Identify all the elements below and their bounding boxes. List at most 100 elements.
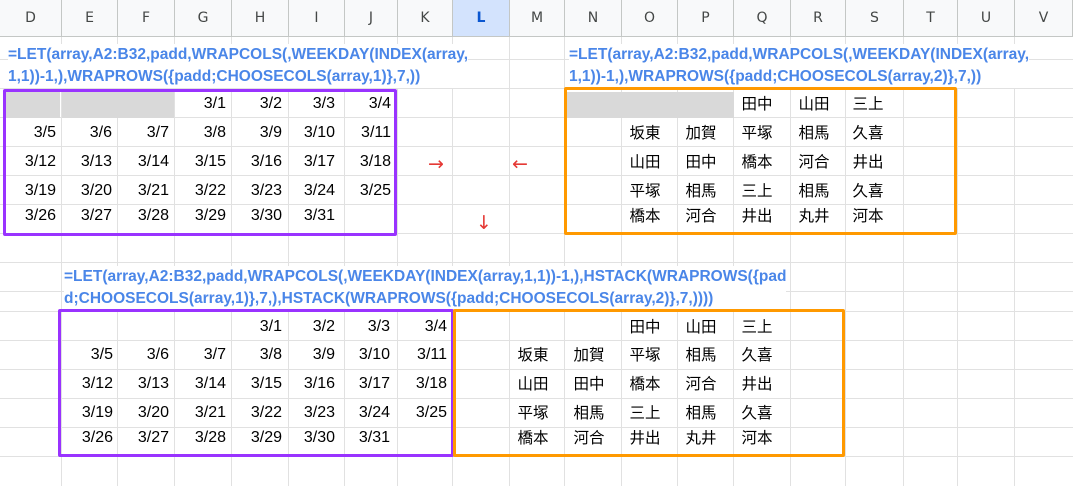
top-name-cell[interactable]: 坂東 — [617, 123, 673, 143]
top-name-cell[interactable]: 三上 — [729, 181, 785, 201]
bottom-date-cell[interactable]: 3/11 — [391, 345, 447, 365]
bottom-date-cell[interactable]: 3/13 — [113, 374, 169, 394]
top-date-cell[interactable]: 3/22 — [170, 181, 226, 201]
top-date-cell[interactable]: 3/3 — [279, 94, 335, 114]
bottom-date-cell[interactable]: 3/21 — [170, 403, 226, 423]
bottom-date-cell[interactable]: 3/15 — [226, 374, 282, 394]
bottom-date-cell[interactable]: 3/20 — [113, 403, 169, 423]
top-name-cell[interactable]: 久喜 — [840, 123, 896, 143]
top-date-cell[interactable]: 3/25 — [335, 181, 391, 201]
top-date-cell[interactable]: 3/30 — [226, 206, 282, 226]
bottom-name-cell[interactable]: 河合 — [673, 374, 729, 394]
bottom-date-cell[interactable]: 3/7 — [170, 345, 226, 365]
bottom-date-cell[interactable]: 3/29 — [226, 428, 282, 448]
top-date-cell[interactable]: 3/9 — [226, 123, 282, 143]
column-header-d[interactable]: D — [0, 0, 62, 36]
top-name-cell[interactable]: 山田 — [786, 94, 842, 114]
top-date-cell[interactable]: 3/27 — [56, 206, 112, 226]
top-name-cell[interactable]: 田中 — [673, 152, 729, 172]
top-date-cell[interactable]: 3/1 — [170, 94, 226, 114]
bottom-name-cell[interactable]: 相馬 — [561, 403, 617, 423]
column-header-i[interactable]: I — [289, 0, 345, 36]
top-date-cell[interactable]: 3/29 — [170, 206, 226, 226]
bottom-date-cell[interactable]: 3/31 — [334, 428, 390, 448]
column-header-r[interactable]: R — [791, 0, 846, 36]
column-header-s[interactable]: S — [846, 0, 904, 36]
bottom-name-cell[interactable]: 田中 — [617, 317, 673, 337]
bottom-name-cell[interactable]: 久喜 — [729, 403, 785, 423]
top-name-cell[interactable]: 橋本 — [617, 206, 673, 226]
top-name-cell[interactable]: 三上 — [840, 94, 896, 114]
top-date-cell[interactable]: 3/8 — [170, 123, 226, 143]
top-name-cell[interactable]: 井出 — [729, 206, 785, 226]
bottom-name-cell[interactable]: 加賀 — [561, 345, 617, 365]
bottom-name-cell[interactable]: 相馬 — [673, 403, 729, 423]
bottom-name-cell[interactable]: 丸井 — [673, 428, 729, 448]
bottom-date-cell[interactable]: 3/6 — [113, 345, 169, 365]
column-header-o[interactable]: O — [622, 0, 678, 36]
column-header-m[interactable]: M — [510, 0, 565, 36]
column-header-l[interactable]: L — [453, 0, 510, 36]
top-date-cell[interactable]: 3/26 — [0, 206, 56, 226]
bottom-name-cell[interactable]: 山田 — [505, 374, 561, 394]
bottom-date-cell[interactable]: 3/1 — [226, 317, 282, 337]
top-name-cell[interactable]: 丸井 — [786, 206, 842, 226]
bottom-date-cell[interactable]: 3/5 — [57, 345, 113, 365]
top-date-cell[interactable]: 3/24 — [279, 181, 335, 201]
top-date-cell[interactable]: 3/23 — [226, 181, 282, 201]
top-date-cell[interactable]: 3/14 — [113, 152, 169, 172]
top-date-cell[interactable]: 3/15 — [170, 152, 226, 172]
bottom-date-cell[interactable]: 3/18 — [391, 374, 447, 394]
top-date-cell[interactable]: 3/4 — [335, 94, 391, 114]
bottom-date-cell[interactable]: 3/28 — [170, 428, 226, 448]
bottom-date-cell[interactable]: 3/9 — [279, 345, 335, 365]
bottom-name-cell[interactable]: 相馬 — [673, 345, 729, 365]
bottom-name-cell[interactable]: 河本 — [729, 428, 785, 448]
bottom-name-cell[interactable]: 久喜 — [729, 345, 785, 365]
column-header-v[interactable]: V — [1015, 0, 1073, 36]
bottom-date-cell[interactable]: 3/16 — [279, 374, 335, 394]
top-date-cell[interactable]: 3/12 — [0, 152, 56, 172]
bottom-name-cell[interactable]: 平塚 — [617, 345, 673, 365]
bottom-name-cell[interactable]: 井出 — [617, 428, 673, 448]
top-name-cell[interactable]: 相馬 — [786, 181, 842, 201]
bottom-date-cell[interactable]: 3/30 — [279, 428, 335, 448]
top-date-cell[interactable]: 3/18 — [335, 152, 391, 172]
bottom-date-cell[interactable]: 3/23 — [279, 403, 335, 423]
bottom-name-cell[interactable]: 山田 — [673, 317, 729, 337]
top-date-cell[interactable]: 3/13 — [56, 152, 112, 172]
column-header-t[interactable]: T — [904, 0, 958, 36]
bottom-name-cell[interactable]: 坂東 — [505, 345, 561, 365]
column-header-u[interactable]: U — [958, 0, 1015, 36]
bottom-name-cell[interactable]: 河合 — [561, 428, 617, 448]
top-date-cell[interactable]: 3/11 — [335, 123, 391, 143]
top-date-cell[interactable]: 3/31 — [279, 206, 335, 226]
top-date-cell[interactable]: 3/5 — [0, 123, 56, 143]
top-date-cell[interactable]: 3/21 — [113, 181, 169, 201]
top-date-cell[interactable]: 3/2 — [226, 94, 282, 114]
top-date-cell[interactable]: 3/17 — [279, 152, 335, 172]
top-name-cell[interactable]: 河合 — [673, 206, 729, 226]
bottom-date-cell[interactable]: 3/25 — [391, 403, 447, 423]
top-name-cell[interactable]: 平塚 — [729, 123, 785, 143]
bottom-date-cell[interactable]: 3/4 — [391, 317, 447, 337]
top-name-cell[interactable]: 橋本 — [729, 152, 785, 172]
bottom-date-cell[interactable]: 3/2 — [279, 317, 335, 337]
top-date-cell[interactable]: 3/20 — [56, 181, 112, 201]
bottom-name-cell[interactable]: 橋本 — [617, 374, 673, 394]
top-name-cell[interactable]: 田中 — [729, 94, 785, 114]
top-name-cell[interactable]: 久喜 — [840, 181, 896, 201]
bottom-date-cell[interactable]: 3/27 — [113, 428, 169, 448]
top-date-cell[interactable]: 3/16 — [226, 152, 282, 172]
top-name-cell[interactable]: 平塚 — [617, 181, 673, 201]
bottom-name-cell[interactable]: 平塚 — [505, 403, 561, 423]
bottom-date-cell[interactable]: 3/22 — [226, 403, 282, 423]
top-date-cell[interactable]: 3/19 — [0, 181, 56, 201]
column-header-f[interactable]: F — [118, 0, 175, 36]
column-header-n[interactable]: N — [565, 0, 622, 36]
top-name-cell[interactable]: 山田 — [617, 152, 673, 172]
bottom-name-cell[interactable]: 三上 — [617, 403, 673, 423]
bottom-date-cell[interactable]: 3/17 — [334, 374, 390, 394]
bottom-name-cell[interactable]: 井出 — [729, 374, 785, 394]
top-date-cell[interactable]: 3/7 — [113, 123, 169, 143]
